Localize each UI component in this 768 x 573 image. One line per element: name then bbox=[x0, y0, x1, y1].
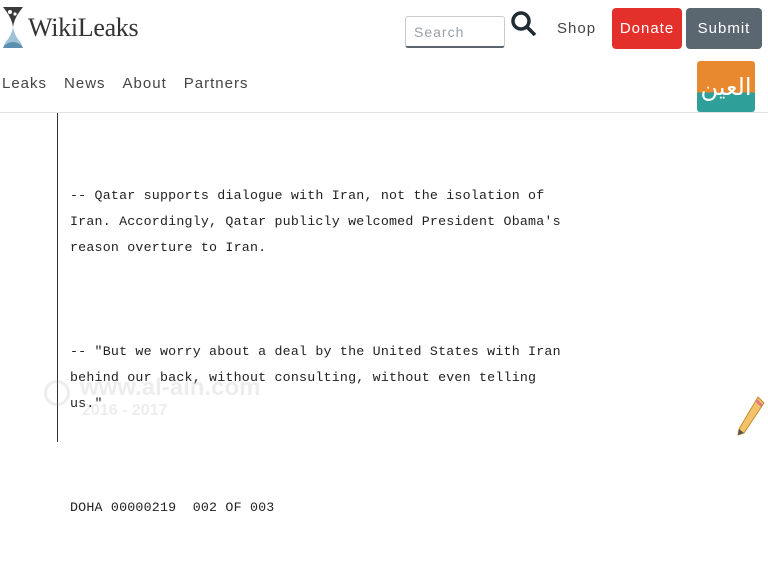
al-ain-badge: العين bbox=[697, 61, 755, 112]
wikileaks-logo[interactable]: WikiLeaks bbox=[0, 4, 139, 52]
cable-paragraph: -- Qatar supports dialogue with Iran, no… bbox=[70, 188, 561, 255]
hourglass-logo-icon bbox=[3, 7, 23, 48]
search-input[interactable] bbox=[405, 16, 505, 48]
nav-item-leaks[interactable]: Leaks bbox=[2, 75, 47, 92]
copyright-icon bbox=[44, 380, 70, 406]
watermark-url: www.al-ain.com bbox=[80, 374, 261, 401]
search-icon[interactable] bbox=[508, 8, 538, 38]
logo-text: WikiLeaks bbox=[28, 13, 139, 42]
cable-text: -- Qatar supports dialogue with Iran, no… bbox=[70, 131, 730, 573]
pen-icon bbox=[737, 396, 765, 436]
nav-item-news[interactable]: News bbox=[64, 75, 106, 92]
al-ain-watermark: www.al-ain.com 2016 - 2017 bbox=[44, 374, 260, 420]
donate-button[interactable]: Donate bbox=[612, 8, 682, 49]
nav-item-about[interactable]: About bbox=[123, 75, 167, 92]
main-nav: Leaks News About Partners bbox=[2, 75, 265, 92]
watermark-years: 2016 - 2017 bbox=[82, 402, 168, 419]
cable-reference: DOHA 00000219 002 OF 003 bbox=[70, 500, 275, 515]
shop-link[interactable]: Shop bbox=[557, 20, 596, 37]
site-header: WikiLeaks Shop Donate Submit Leaks News … bbox=[0, 0, 768, 112]
nav-item-partners[interactable]: Partners bbox=[184, 75, 249, 92]
submit-button[interactable]: Submit bbox=[686, 8, 762, 49]
